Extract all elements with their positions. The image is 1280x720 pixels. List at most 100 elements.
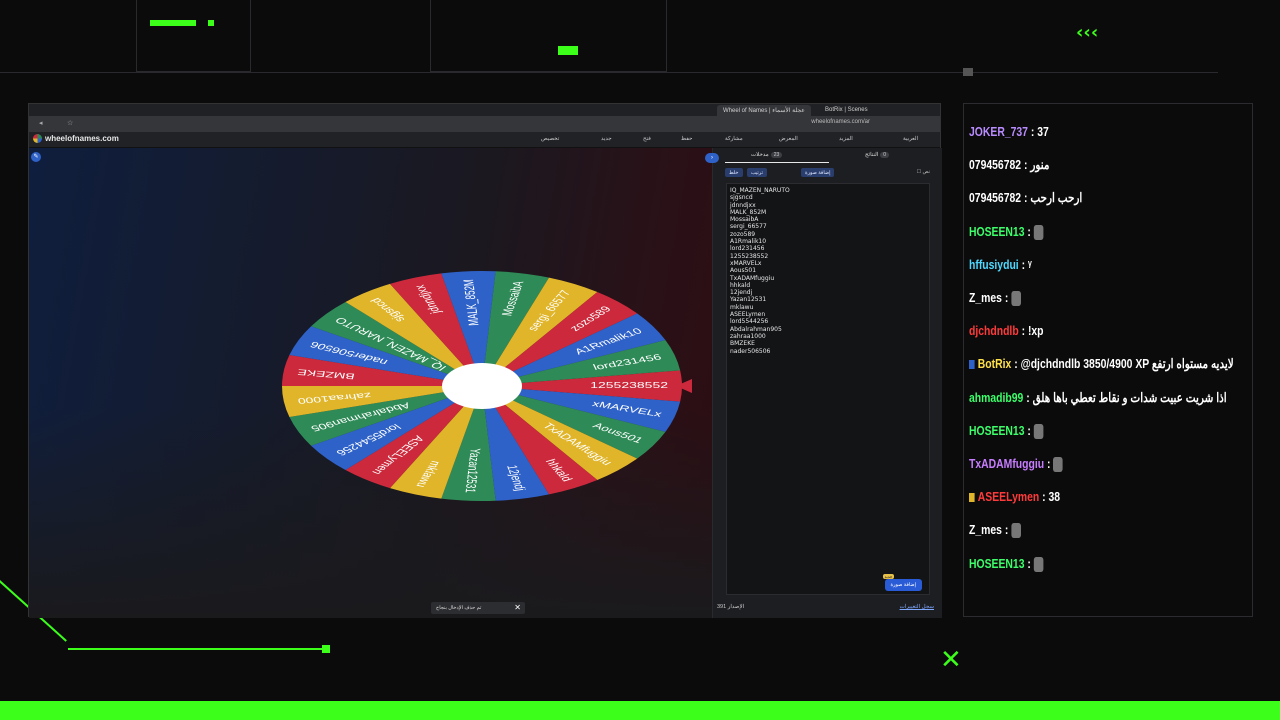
chat-text: اذا شريت عبيت شدات و نقاط تعطي باها هلق <box>1032 389 1227 405</box>
entry-line: lord5544256 <box>730 318 769 326</box>
chat-message: HOSEEN13 : <box>969 223 1044 240</box>
entry-line: nader506506 <box>730 347 771 355</box>
emote-icon <box>1033 224 1044 240</box>
deco-green-dot <box>208 20 214 26</box>
chat-message: Z_mes : <box>969 522 1021 539</box>
back-icon[interactable]: ◂ <box>39 119 43 127</box>
chat-username: Z_mes <box>969 522 1002 538</box>
deco-green-dash <box>150 20 196 26</box>
new-badge: جديد <box>882 574 895 579</box>
entry-line: sergi_66577 <box>730 223 767 231</box>
chat-username: hffusiydui <box>969 256 1019 272</box>
entry-line: A1Rmalik10 <box>730 238 767 246</box>
menu-save[interactable]: حفظ <box>681 136 692 142</box>
chevron-left-icon: ‹‹‹ <box>1076 22 1099 43</box>
browser-window: Wheel of Names | عجلة الأسماء BotRix | S… <box>28 103 942 618</box>
add-image-dropdown[interactable]: إضافة صورة <box>801 168 835 177</box>
collapse-panel-button[interactable]: › <box>705 153 719 163</box>
toast-close-button[interactable]: ✕ <box>514 603 521 612</box>
deco-square <box>963 68 973 76</box>
menu-open[interactable]: فتح <box>643 136 651 142</box>
site-logo[interactable]: wheelofnames.com <box>33 134 119 144</box>
menu-gallery[interactable]: المعرض <box>779 136 798 142</box>
bot-badge-icon <box>969 360 975 370</box>
site-header: wheelofnames.com تخصيص جديد فتح حفظ مشار… <box>29 132 940 148</box>
deco-green-block <box>558 46 578 55</box>
deco-green-line <box>68 648 330 650</box>
changelog-link[interactable]: سجل التغييرات <box>900 604 934 610</box>
add-image-button[interactable]: جديد إضافة صورة <box>882 574 922 591</box>
chat-username: HOSEEN13 <box>969 555 1025 571</box>
menu-customize[interactable]: تخصيص <box>541 136 559 142</box>
chat-message: HOSEEN13 : <box>969 555 1044 572</box>
url-field[interactable]: wheelofnames.com/ar <box>811 119 870 125</box>
emote-icon <box>1053 457 1063 473</box>
chat-message: BotRix : @djchdndlb 3850/4900 XP لايديه … <box>969 356 1234 372</box>
results-count-badge: 0 <box>880 152 890 158</box>
entry-line: IQ_MAZEN_NARUTO <box>730 187 790 194</box>
entry-line: hhkald <box>730 281 751 289</box>
chat-username: TxADAMfuggiu <box>969 456 1045 471</box>
chat-panel: JOKER_737 : 37 079456782 : منور 079456782 … <box>963 103 1253 617</box>
chat-message: ahmadib99 : اذا شريت عبيت شدات و نقاط تع… <box>969 389 1227 405</box>
chat-username: HOSEEN13 <box>969 422 1025 438</box>
menu-share[interactable]: مشاركة <box>725 136 743 142</box>
chat-username: ASEELymen <box>977 489 1040 505</box>
chat-username: 079456782 <box>969 190 1022 206</box>
pencil-icon[interactable]: ✎ <box>31 152 41 162</box>
entry-line: Aous501 <box>730 267 757 275</box>
wheel-svg[interactable]: 1255238552xMARVELxAous501TxADAMfuggiuhhk… <box>282 271 692 501</box>
entry-line: mklawu <box>730 303 754 311</box>
entry-line: sjgsncd <box>730 194 753 202</box>
deco-line-top <box>0 72 1218 73</box>
tab-botrix[interactable]: BotRix | Scenes <box>819 105 874 116</box>
entry-line: jdnndjxx <box>730 201 756 209</box>
entry-line: ASEELymen <box>730 311 766 319</box>
entry-line: TxADAMfuggiu <box>730 274 775 282</box>
chat-username: BotRix <box>977 356 1012 372</box>
chat-message: 079456782 : منور <box>969 157 1050 173</box>
entry-line: zozo589 <box>730 230 756 238</box>
chat-text: 37 <box>1037 124 1049 139</box>
tab-results[interactable]: النتائج 0 <box>865 152 890 158</box>
emote-icon <box>1011 291 1021 307</box>
chat-text: !xp <box>1027 323 1044 339</box>
entries-textarea[interactable]: IQ_MAZEN_NARUTO sjgsncd jdnndjxx MALK_852M M… <box>726 183 930 595</box>
wheel-hub[interactable] <box>442 363 522 409</box>
sort-button[interactable]: ترتيب <box>747 168 767 177</box>
entry-line: MALK_852M <box>730 208 767 216</box>
wheel[interactable]: 1255238552 xMARVELx Aous501 TxADAMfuggiu hhk… <box>282 271 692 501</box>
chat-message: HOSEEN13 : <box>969 422 1044 439</box>
entry-line: lord231456 <box>730 245 765 253</box>
chat-message: djchdndlb : !xp <box>969 323 1044 339</box>
entry-line: 12jendj <box>730 289 753 297</box>
wheel-logo-icon <box>33 134 42 144</box>
advanced-checkbox[interactable]: ☐ نص <box>917 169 930 175</box>
chat-text: 38 <box>1048 489 1061 505</box>
deco-green-node <box>322 645 330 653</box>
subscriber-badge-icon <box>969 493 975 503</box>
emote-icon <box>1033 423 1044 439</box>
deco-bottom-bar <box>0 701 1280 720</box>
chat-message: ASEELymen : 38 <box>969 489 1060 504</box>
tab-bar: Wheel of Names | عجلة الأسماء BotRix | S… <box>29 104 940 116</box>
shuffle-button[interactable]: خلط <box>725 168 743 177</box>
wheel-area: ✎ 1255238552 xMARVELx Aous501 TxADAMfuggiu h… <box>29 148 712 618</box>
entry-line: Abdalrahman905 <box>730 325 782 333</box>
menu-more[interactable]: المزيد <box>839 136 853 142</box>
address-bar: ◂ ☆ wheelofnames.com/ar <box>29 116 940 132</box>
wheel-segments: 1255238552xMARVELxAous501TxADAMfuggiuhhk… <box>282 271 682 501</box>
star-icon[interactable]: ☆ <box>67 119 73 127</box>
chat-message: 079456782 : ارحب ارحب <box>969 190 1083 206</box>
toast-notification: تم حذف الإدخال بنجاح ✕ <box>431 602 525 614</box>
chat-text: @djchdndlb 3850/4900 XP لايديه مستواه ار… <box>1020 356 1234 372</box>
chat-username: HOSEEN13 <box>969 223 1025 239</box>
chat-username: JOKER_737 <box>969 124 1028 139</box>
tab-entries[interactable]: مدخلات 23 <box>751 152 783 158</box>
chat-username: djchdndlb <box>969 323 1019 339</box>
tab-wheel-of-names[interactable]: Wheel of Names | عجلة الأسماء <box>717 105 811 116</box>
menu-language[interactable]: العربية <box>903 136 918 142</box>
chat-text: منور <box>1030 157 1050 173</box>
deco-frame-1 <box>136 0 251 72</box>
menu-new[interactable]: جديد <box>601 136 612 142</box>
